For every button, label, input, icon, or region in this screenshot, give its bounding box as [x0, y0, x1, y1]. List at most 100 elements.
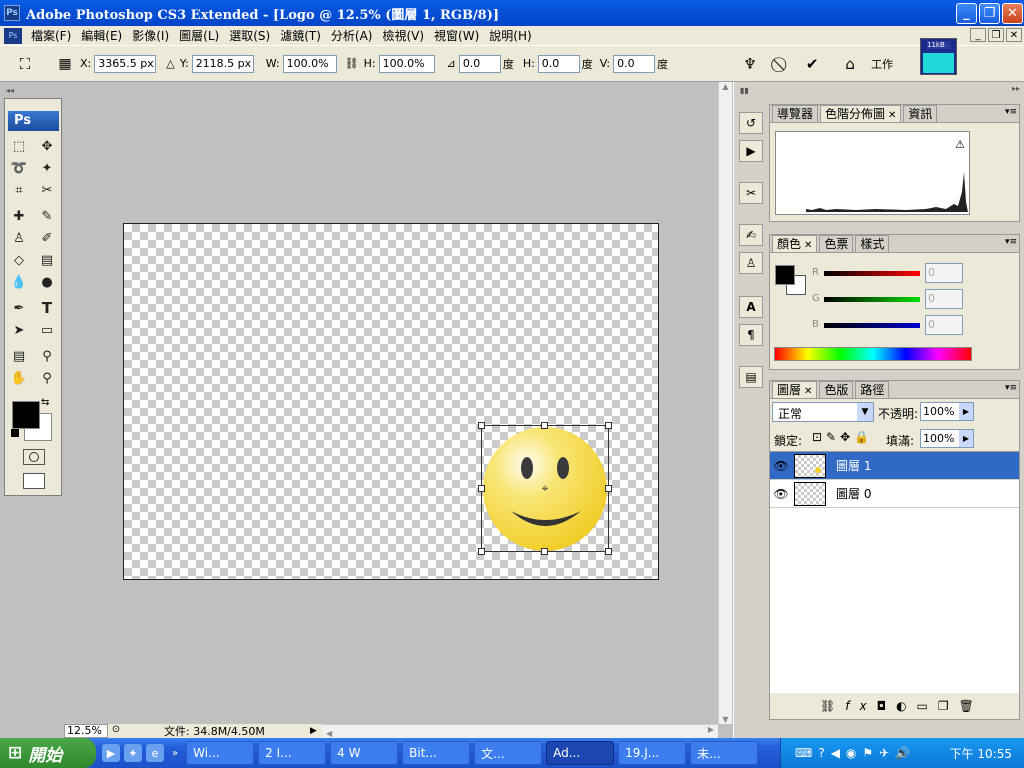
- app-launcher-icon[interactable]: ✦: [124, 744, 142, 762]
- taskbar-button[interactable]: Wi...: [186, 741, 255, 765]
- eraser-tool-icon[interactable]: ◇: [8, 250, 30, 270]
- angle-field[interactable]: 0.0: [458, 54, 501, 73]
- handle-top[interactable]: [541, 422, 548, 429]
- close-icon[interactable]: ✕: [804, 386, 812, 397]
- start-button[interactable]: ⊞ 開始: [0, 738, 96, 768]
- zoom-field[interactable]: 12.5%: [64, 724, 108, 738]
- clone-source-icon[interactable]: ♙: [739, 252, 763, 274]
- hand-tool-icon[interactable]: ✋: [8, 368, 30, 388]
- close-icon[interactable]: ✕: [804, 240, 812, 251]
- handle-bottom[interactable]: [541, 548, 548, 555]
- marquee-tool-icon[interactable]: ⬚: [8, 136, 30, 156]
- swap-colors-icon[interactable]: ⇆: [41, 397, 49, 408]
- skew-v-field[interactable]: 0.0: [613, 54, 656, 73]
- history-panel-icon[interactable]: ↺: [739, 112, 763, 134]
- chevron-down-icon[interactable]: ▼: [857, 403, 873, 421]
- warp-icon[interactable]: ♆: [739, 53, 761, 75]
- delete-layer-icon[interactable]: 🗑: [959, 699, 984, 713]
- tab-info[interactable]: 資訊: [903, 105, 938, 122]
- restore-button[interactable]: ❐: [979, 3, 1000, 24]
- dock-collapse-icon[interactable]: ▮▮: [740, 86, 749, 95]
- document-icon[interactable]: Ps: [4, 27, 22, 44]
- taskbar-button[interactable]: 未...: [690, 741, 759, 765]
- layer-name[interactable]: 圖層 0: [836, 485, 871, 502]
- r-slider[interactable]: [824, 271, 920, 276]
- vertical-scrollbar[interactable]: ▲ ▼: [718, 82, 732, 724]
- layer-row[interactable]: 👁 圖層 1: [770, 452, 1019, 480]
- cancel-transform-icon[interactable]: ⃠: [771, 53, 793, 75]
- lock-icons[interactable]: ⊡✎✥🔒: [812, 430, 873, 444]
- quicklaunch-more-icon[interactable]: »: [172, 748, 178, 759]
- eyedropper-icon[interactable]: ⚲: [36, 346, 58, 366]
- close-button[interactable]: ✕: [1002, 3, 1023, 24]
- menu-image[interactable]: 影像(I): [127, 27, 174, 44]
- paragraph-panel-icon[interactable]: ¶: [739, 324, 763, 346]
- handle-bottom-right[interactable]: [605, 548, 612, 555]
- clone-stamp-icon[interactable]: ♙: [8, 228, 30, 248]
- x-field[interactable]: 3365.5 px: [94, 54, 157, 73]
- menu-analysis[interactable]: 分析(A): [326, 27, 378, 44]
- zoom-tool-icon[interactable]: ⚲: [36, 368, 58, 388]
- fx-icon[interactable]: fx: [845, 699, 876, 713]
- minimize-button[interactable]: _: [956, 3, 977, 24]
- blend-mode-select[interactable]: 正常 ▼: [772, 402, 874, 422]
- b-slider[interactable]: [824, 323, 920, 328]
- menu-view[interactable]: 檢視(V): [377, 27, 429, 44]
- history-brush-icon[interactable]: ✐: [36, 228, 58, 248]
- reference-point-icon[interactable]: ▦: [54, 53, 76, 75]
- dodge-tool-icon[interactable]: ●: [36, 272, 58, 292]
- character-panel-icon[interactable]: A: [739, 296, 763, 318]
- type-tool-icon[interactable]: T: [36, 298, 58, 318]
- path-selection-icon[interactable]: ➤: [8, 320, 30, 340]
- screen-mode-icon[interactable]: [23, 473, 45, 489]
- tab-paths[interactable]: 路徑: [855, 381, 890, 398]
- new-layer-icon[interactable]: ❐: [938, 699, 959, 713]
- opacity-field[interactable]: 100% ▶: [920, 402, 974, 421]
- taskbar-button[interactable]: 4 W: [330, 741, 399, 765]
- handle-right[interactable]: [605, 485, 612, 492]
- new-group-icon[interactable]: ▭: [917, 699, 938, 713]
- tool-presets-icon[interactable]: ✂: [739, 182, 763, 204]
- skew-h-field[interactable]: 0.0: [537, 54, 580, 73]
- tab-navigator[interactable]: 導覽器: [772, 105, 819, 122]
- scroll-left-icon[interactable]: ◀: [322, 729, 332, 738]
- actions-panel-icon[interactable]: ▶: [739, 140, 763, 162]
- status-icon[interactable]: ⊙: [108, 724, 124, 738]
- collapse-icon[interactable]: ◂◂: [6, 86, 14, 95]
- opacity-arrow-icon[interactable]: ▶: [959, 403, 973, 420]
- eye-icon[interactable]: 👁: [770, 459, 792, 473]
- tab-color[interactable]: 顏色 ✕: [772, 235, 818, 252]
- menu-help[interactable]: 說明(H): [484, 27, 536, 44]
- default-colors-icon[interactable]: [11, 429, 19, 437]
- tray-icons[interactable]: ⌨?◀◉⚑✈🔊: [795, 746, 916, 760]
- shape-tool-icon[interactable]: ▭: [36, 320, 58, 340]
- menu-edit[interactable]: 編輯(E): [76, 27, 127, 44]
- panel-menu-icon[interactable]: ▾≡: [1005, 237, 1017, 247]
- brush-tool-icon[interactable]: ✎: [36, 206, 58, 226]
- tab-channels[interactable]: 色版: [819, 381, 854, 398]
- doc-minimize-button[interactable]: _: [970, 28, 986, 42]
- menu-file[interactable]: 檔案(F): [26, 27, 76, 44]
- pen-tool-icon[interactable]: ✒: [8, 298, 30, 318]
- taskbar-button[interactable]: 19.J...: [618, 741, 687, 765]
- lasso-tool-icon[interactable]: ➰: [8, 158, 30, 178]
- eye-icon[interactable]: 👁: [770, 487, 792, 501]
- workspace-label[interactable]: 工作: [871, 56, 893, 72]
- taskbar-button[interactable]: 文...: [474, 741, 543, 765]
- pivot-point-icon[interactable]: ⌖: [538, 481, 552, 495]
- healing-brush-icon[interactable]: ✚: [8, 206, 30, 226]
- link-layers-icon[interactable]: ⛓: [820, 699, 845, 713]
- scroll-up-icon[interactable]: ▲: [719, 82, 732, 91]
- crop-tool-icon[interactable]: ⌗: [8, 180, 30, 200]
- menu-select[interactable]: 選取(S): [224, 27, 275, 44]
- handle-top-right[interactable]: [605, 422, 612, 429]
- ie-icon[interactable]: e: [146, 744, 164, 762]
- panel-menu-icon[interactable]: ▾≡: [1005, 107, 1017, 117]
- slice-tool-icon[interactable]: ✂: [36, 180, 58, 200]
- color-spectrum-ramp[interactable]: [774, 347, 972, 361]
- move-tool-icon[interactable]: ✥: [36, 136, 58, 156]
- tab-swatches[interactable]: 色票: [819, 235, 854, 252]
- commit-transform-icon[interactable]: ✔: [801, 53, 823, 75]
- close-icon[interactable]: ✕: [888, 110, 896, 121]
- fill-field[interactable]: 100% ▶: [920, 429, 974, 448]
